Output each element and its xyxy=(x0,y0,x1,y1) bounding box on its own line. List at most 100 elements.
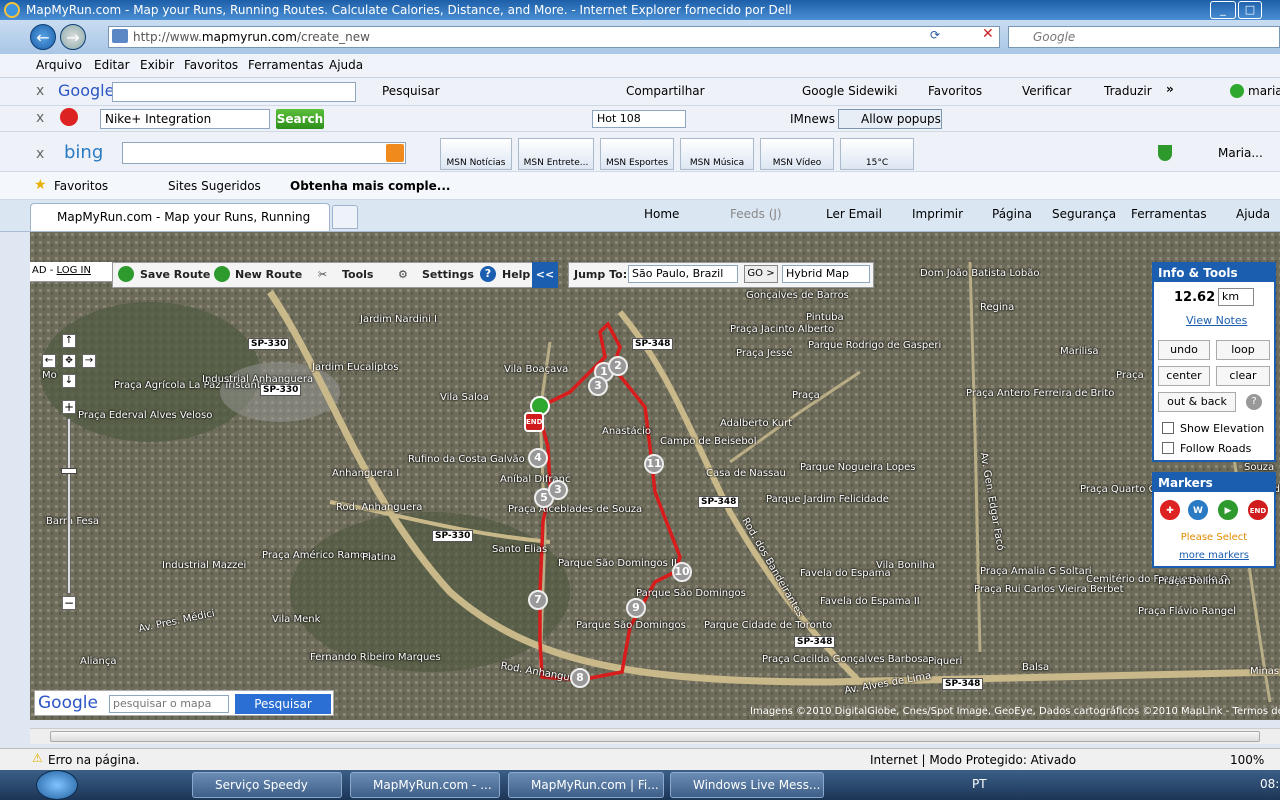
maximize-button[interactable]: □ xyxy=(1238,1,1262,19)
zoom-slider-handle[interactable] xyxy=(61,468,77,474)
distance-unit-select[interactable]: km xyxy=(1218,288,1254,306)
menu-favoritos[interactable]: Favoritos xyxy=(184,58,238,72)
end-marker-icon[interactable]: END xyxy=(524,412,544,432)
zoom-in-button[interactable]: + xyxy=(62,400,76,414)
settings-button[interactable]: Settings xyxy=(422,264,474,286)
get-more-addons-link[interactable]: Obtenha mais comple... xyxy=(290,179,450,193)
map-search-input[interactable]: pesquisar o mapa xyxy=(109,695,229,713)
radio-select[interactable]: Hot 108 xyxy=(592,110,686,128)
more-button[interactable]: » xyxy=(1166,82,1174,96)
route-marker[interactable]: 9 xyxy=(626,598,646,618)
back-button[interactable]: ← xyxy=(30,24,56,50)
google-favorites-button[interactable]: Favoritos xyxy=(928,84,982,98)
refresh-icon[interactable]: ⟳ xyxy=(930,28,940,42)
google-search-button[interactable]: Pesquisar xyxy=(382,84,440,98)
route-marker[interactable]: 11 xyxy=(644,454,664,474)
msn-entretenimento-button[interactable]: MSN Entrete... xyxy=(518,138,594,170)
home-button[interactable]: Home xyxy=(644,207,679,221)
bing-search-icon[interactable] xyxy=(386,144,404,162)
suggested-sites-button[interactable]: Sites Sugeridos xyxy=(168,179,261,193)
translate-button[interactable]: Traduzir xyxy=(1104,84,1152,98)
map-search-button[interactable]: Pesquisar xyxy=(235,694,331,714)
taskbar-item-mapmyrun-2[interactable]: MapMyRun.com | Fi... xyxy=(508,772,664,798)
help-menu[interactable]: Ajuda xyxy=(1236,207,1270,221)
pan-down-icon[interactable]: ↓ xyxy=(62,374,76,388)
pan-left-icon[interactable]: ← xyxy=(42,354,56,368)
pan-right-icon[interactable]: → xyxy=(82,354,96,368)
menu-editar[interactable]: Editar xyxy=(94,58,130,72)
page-menu[interactable]: Página xyxy=(992,207,1032,221)
show-elevation-checkbox[interactable] xyxy=(1162,422,1174,434)
water-marker-icon[interactable]: W xyxy=(1186,498,1210,522)
horizontal-scrollbar[interactable] xyxy=(30,728,1280,744)
new-route-button[interactable]: New Route xyxy=(235,264,302,286)
weather-button[interactable]: 15°C xyxy=(840,138,914,170)
start-button[interactable] xyxy=(36,770,78,800)
help-icon[interactable]: ? xyxy=(1246,394,1262,410)
login-link[interactable]: LOG IN xyxy=(57,265,91,276)
end-marker-icon[interactable]: END xyxy=(1246,498,1270,522)
help-button[interactable]: Help xyxy=(502,264,530,286)
taskbar-item-mapmyrun-1[interactable]: MapMyRun.com - ... xyxy=(350,772,500,798)
close-toolbar-icon[interactable]: x xyxy=(36,83,44,99)
msn-musica-button[interactable]: MSN Música xyxy=(680,138,754,170)
pan-center-icon[interactable]: ✥ xyxy=(62,354,76,368)
satellite-map[interactable]: Jardim Nardini I Jardim Eucaliptos Vila … xyxy=(30,232,1280,720)
msn-video-button[interactable]: MSN Vídeo xyxy=(760,138,834,170)
stop-icon[interactable]: ✕ xyxy=(982,26,994,42)
add-marker-icon[interactable]: ✚ xyxy=(1158,498,1182,522)
clock[interactable]: 08: xyxy=(1260,777,1279,791)
imnews-button[interactable]: IMnews xyxy=(790,112,835,126)
route-marker[interactable]: 7 xyxy=(528,590,548,610)
zoom-out-button[interactable]: − xyxy=(62,596,76,610)
security-menu[interactable]: Segurança xyxy=(1052,207,1116,221)
msn-noticias-button[interactable]: MSN Notícias xyxy=(440,138,512,170)
browser-search-input[interactable]: Google xyxy=(1008,26,1280,48)
menu-ferramentas[interactable]: Ferramentas xyxy=(248,58,324,72)
check-button[interactable]: Verificar xyxy=(1022,84,1071,98)
route-marker[interactable]: 8 xyxy=(570,668,590,688)
taskbar-item-live-messenger[interactable]: Windows Live Mess... xyxy=(670,772,824,798)
route-marker[interactable]: 3 xyxy=(548,480,568,500)
nike-select[interactable]: Nike+ Integration xyxy=(100,109,270,129)
msn-esportes-button[interactable]: MSN Esportes xyxy=(600,138,674,170)
save-route-button[interactable]: Save Route xyxy=(140,264,210,286)
route-marker[interactable]: 3 xyxy=(588,376,608,396)
menu-arquivo[interactable]: Arquivo xyxy=(36,58,82,72)
map-type-select[interactable]: Hybrid Map xyxy=(782,265,870,283)
new-tab-button[interactable] xyxy=(332,205,358,229)
close-toolbar-icon[interactable]: x xyxy=(36,110,44,126)
clear-button[interactable]: clear xyxy=(1216,366,1270,386)
collapse-toolbar-button[interactable]: << xyxy=(532,262,558,288)
allow-popups-button[interactable]: Allow popups xyxy=(838,109,942,129)
nike-search-button[interactable]: Search xyxy=(276,109,324,129)
pan-up-icon[interactable]: ↑ xyxy=(62,334,76,348)
scrollbar-thumb[interactable] xyxy=(50,731,1260,742)
favorites-button[interactable]: Favoritos xyxy=(54,179,108,193)
tools-menu[interactable]: Ferramentas xyxy=(1131,207,1207,221)
loop-button[interactable]: loop xyxy=(1216,340,1270,360)
google-toolbar-input[interactable] xyxy=(112,82,356,102)
page-error-text[interactable]: Erro na página. xyxy=(48,753,140,767)
read-email-button[interactable]: Ler Email xyxy=(826,207,882,221)
close-toolbar-icon[interactable]: x xyxy=(36,146,44,162)
start-marker-icon[interactable]: ▶ xyxy=(1216,498,1240,522)
sidewiki-button[interactable]: Google Sidewiki xyxy=(802,84,898,98)
taskbar-item-servico-speedy[interactable]: Serviço Speedy xyxy=(192,772,342,798)
route-marker[interactable]: 2 xyxy=(608,356,628,376)
jump-to-input[interactable]: São Paulo, Brazil xyxy=(628,265,738,283)
minimize-button[interactable]: _ xyxy=(1210,1,1236,19)
google-user[interactable]: marian xyxy=(1248,84,1280,98)
out-and-back-button[interactable]: out & back xyxy=(1158,392,1236,412)
view-notes-link[interactable]: View Notes xyxy=(1186,314,1247,327)
zoom-slider-track[interactable] xyxy=(67,418,71,594)
bing-user[interactable]: Maria... xyxy=(1218,146,1263,160)
language-indicator[interactable]: PT xyxy=(972,777,987,791)
address-bar[interactable]: http://www.mapmyrun.com/create_new xyxy=(108,26,1000,48)
bing-search-input[interactable] xyxy=(122,142,406,164)
feeds-button[interactable]: Feeds (J) xyxy=(730,207,782,221)
go-button[interactable]: GO > xyxy=(744,265,778,283)
tools-button[interactable]: Tools xyxy=(342,264,373,286)
undo-button[interactable]: undo xyxy=(1158,340,1210,360)
tab-mapmyrun[interactable]: MapMyRun.com - Map your Runs, Running Ro… xyxy=(30,203,330,250)
